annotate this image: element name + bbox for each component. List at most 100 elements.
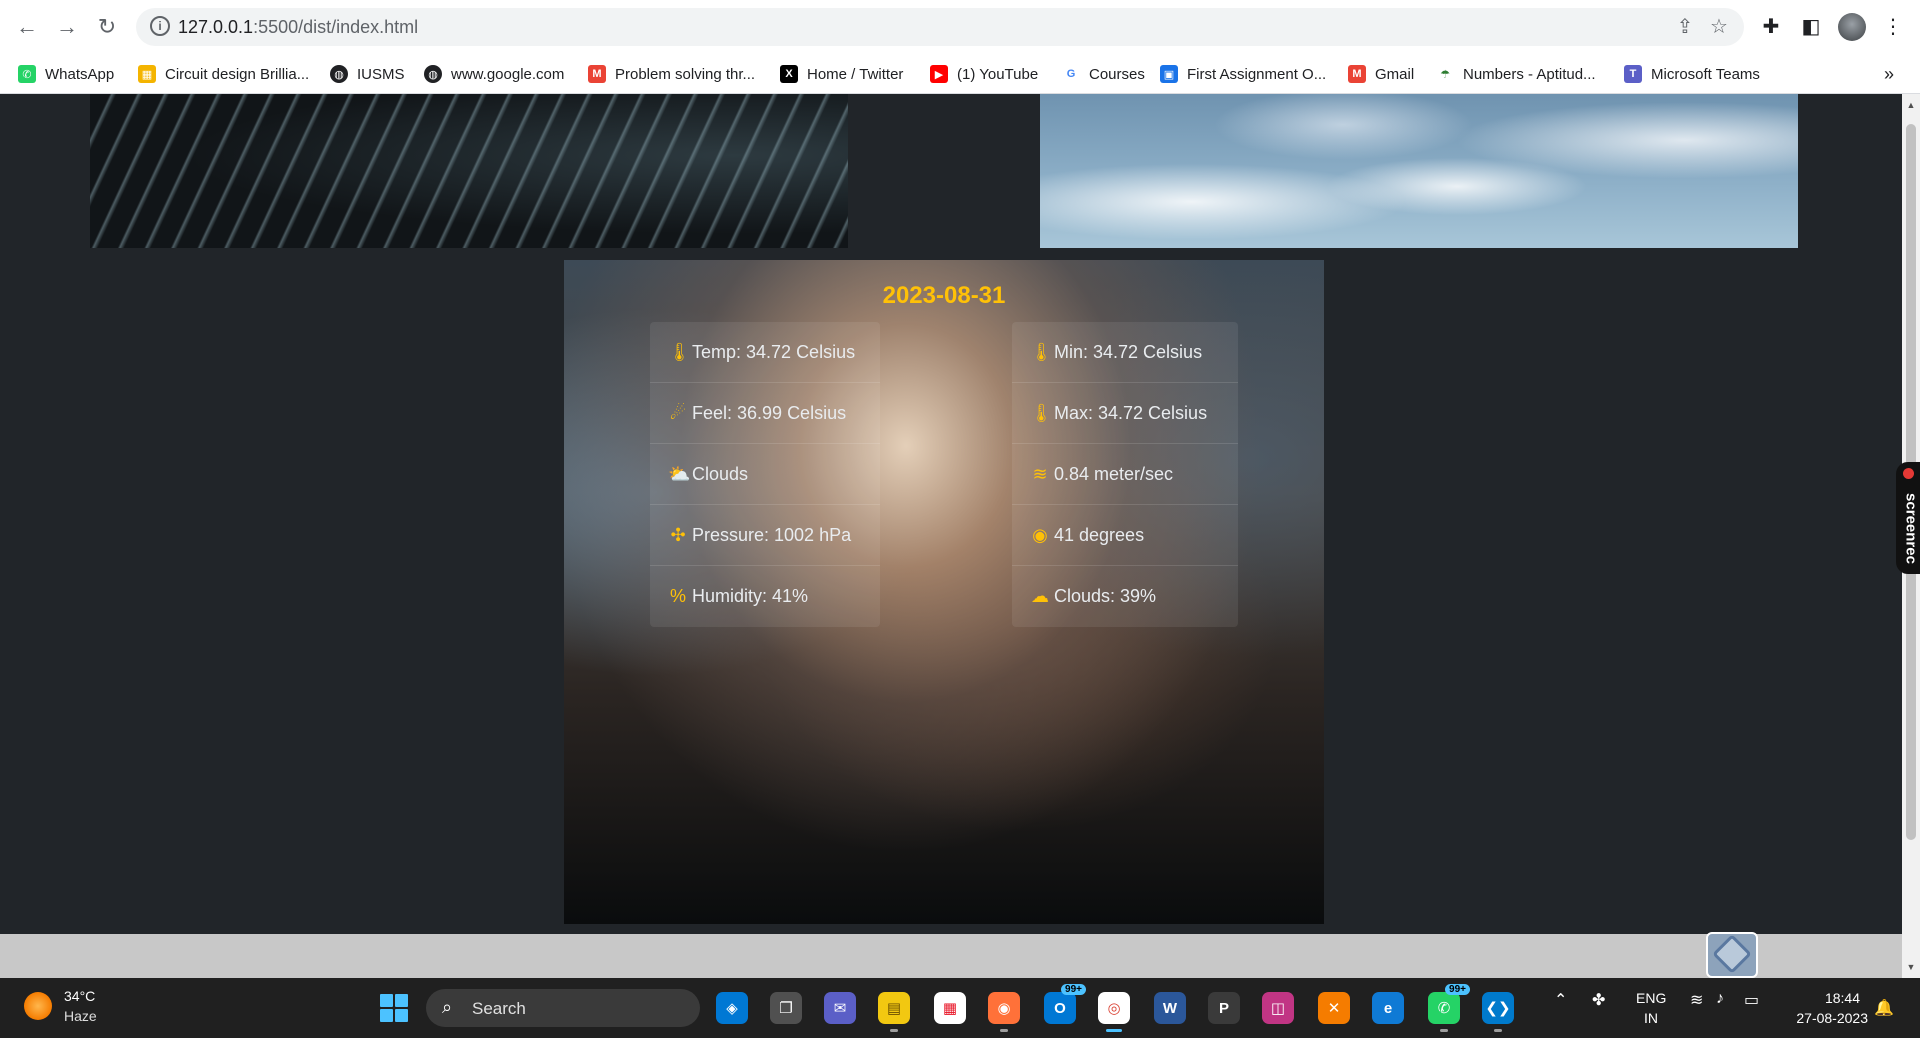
tray-overflow-icon[interactable]: ⌃ (1554, 990, 1567, 1010)
page-viewport: 2023-08-31 🌡 Temp: 34.72 Celsius ☄ Feel: 3… (0, 94, 1902, 978)
dropbox-icon[interactable]: ✤ (1592, 990, 1605, 1010)
bookmark-teams[interactable]: T Microsoft Teams (1624, 62, 1760, 86)
taskbar-temperature[interactable]: 34°C (64, 988, 95, 1004)
scroll-down-icon[interactable]: ▼ (1906, 962, 1916, 972)
bookmark-twitter[interactable]: X Home / Twitter (780, 62, 903, 86)
bookmark-first-assignment[interactable]: ▣ First Assignment O... (1160, 62, 1326, 86)
bookmark-label: WhatsApp (45, 65, 115, 83)
weather-stats-right: 🌡 Min: 34.72 Celsius 🌡 Max: 34.72 Celsius … (1012, 322, 1238, 627)
screenrec-label: screenrec (1902, 493, 1920, 564)
microsoft-store-icon[interactable]: ▦ (934, 992, 966, 1024)
pressure-stat: ✣ Pressure: 1002 hPa (650, 505, 880, 566)
scroll-up-icon[interactable]: ▲ (1906, 100, 1916, 110)
address-bar[interactable]: i 127.0.0.1:5500/dist/index.html ⇪ ☆ (136, 8, 1744, 46)
whatsapp-app-icon[interactable]: ✆ 99+ (1428, 984, 1470, 1032)
word-icon[interactable]: W (1154, 992, 1186, 1024)
thermometer-low-icon: 🌡 (1030, 341, 1053, 362)
battery-icon[interactable]: ▭ (1744, 990, 1759, 1010)
cloud-sun-icon: ⛅ (668, 463, 691, 484)
region-indicator[interactable]: IN (1644, 1010, 1658, 1026)
bookmark-star-icon[interactable]: ☆ (1708, 16, 1730, 38)
screenrec-widget[interactable]: screenrec (1896, 462, 1920, 574)
reload-icon[interactable]: ↻ (92, 12, 122, 42)
bookmark-whatsapp[interactable]: ✆ WhatsApp (18, 62, 114, 86)
vscode-icon[interactable]: ❮❯ (1482, 992, 1514, 1032)
search-label: Search (472, 999, 526, 1018)
firefox-icon[interactable]: ◉ (988, 992, 1020, 1032)
percent-icon: % (669, 586, 686, 606)
min-temp-stat: 🌡 Min: 34.72 Celsius (1012, 322, 1238, 383)
bookmarks-overflow-button[interactable]: » (1884, 62, 1894, 86)
bookmark-label: Gmail (1375, 65, 1415, 83)
whatsapp-icon: ✆ (18, 65, 36, 83)
bookmark-numbers-aptitude[interactable]: ☂ Numbers - Aptitud... (1436, 62, 1596, 86)
site-info-icon[interactable]: i (150, 16, 170, 36)
bookmark-iusms[interactable]: ◍ IUSMS (330, 62, 405, 86)
taskbar-search[interactable]: ⌕ Search (426, 989, 700, 1027)
task-view-icon[interactable]: ❐ (770, 992, 802, 1024)
back-icon[interactable]: ← (12, 12, 42, 42)
youtube-icon: ▶ (930, 65, 948, 83)
file-explorer-icon[interactable]: ▤ (878, 992, 910, 1032)
xampp-icon[interactable]: ✕ (1318, 992, 1350, 1024)
url-text[interactable]: 127.0.0.1:5500/dist/index.html (178, 17, 418, 38)
whatsapp-badge: 99+ (1445, 984, 1470, 995)
bookmark-youtube[interactable]: ▶ (1) YouTube (930, 62, 1038, 86)
bookmark-label: IUSMS (357, 65, 405, 83)
wifi-icon[interactable]: ≋ (1690, 990, 1703, 1010)
bookmark-circuit-design[interactable]: ▦ Circuit design Brillia... (138, 62, 309, 86)
taskbar-clock[interactable]: 18:44 (1786, 990, 1860, 1006)
cloudy-sky-image (1040, 94, 1798, 248)
feels-like-stat: ☄ Feel: 36.99 Celsius (650, 383, 880, 444)
bookmark-label: Circuit design Brillia... (165, 65, 310, 83)
instagram-icon[interactable]: ◫ (1262, 992, 1294, 1024)
wind-icon: ≋ (1032, 463, 1048, 484)
bookmark-label: Home / Twitter (807, 65, 904, 83)
forecast-date: 2023-08-31 (882, 282, 1006, 309)
stat-text: Clouds (692, 463, 749, 484)
stat-text: Temp: 34.72 Celsius (692, 341, 856, 362)
edge-icon[interactable]: e (1372, 992, 1404, 1024)
teams-icon: T (1624, 65, 1642, 83)
start-button[interactable] (380, 994, 408, 1022)
bookmark-label: www.google.com (451, 65, 565, 83)
teams-chat-icon[interactable]: ✉ (824, 992, 856, 1024)
volume-icon[interactable]: ♪ (1716, 990, 1724, 1008)
pdf-app-icon[interactable]: P (1208, 992, 1240, 1024)
umbrella-icon: ☂ (1436, 65, 1454, 83)
forward-icon[interactable]: → (52, 12, 82, 42)
bookmark-problem-solving[interactable]: M Problem solving thr... (588, 62, 755, 86)
extensions-icon[interactable]: ✚ (1758, 14, 1784, 40)
stat-text: Pressure: 1002 hPa (692, 524, 852, 545)
side-panel-icon[interactable]: ◧ (1798, 14, 1824, 40)
weather-widget-icon[interactable] (24, 992, 52, 1020)
max-temp-stat: 🌡 Max: 34.72 Celsius (1012, 383, 1238, 444)
bookmark-gmail[interactable]: M Gmail (1348, 62, 1414, 86)
thermometer-high-icon: 🌡 (1030, 402, 1053, 423)
stat-text: 0.84 meter/sec (1054, 463, 1174, 484)
compress-icon: ✣ (670, 524, 686, 545)
stat-text: Min: 34.72 Celsius (1054, 341, 1203, 362)
language-indicator[interactable]: ENG (1636, 990, 1666, 1006)
taskbar-date[interactable]: 27-08-2023 (1786, 1010, 1868, 1026)
download-helper-icon[interactable] (1706, 932, 1758, 978)
share-icon[interactable]: ⇪ (1674, 16, 1696, 38)
wind-direction-stat: ◉ 41 degrees (1012, 505, 1238, 566)
profile-avatar[interactable] (1838, 13, 1866, 41)
globe-icon: ◍ (424, 65, 442, 83)
store-preview-icon[interactable]: ◈ (716, 992, 748, 1024)
brilliant-icon: ▦ (138, 65, 156, 83)
menu-icon[interactable]: ⋮ (1880, 14, 1906, 40)
bookmark-google[interactable]: ◍ www.google.com (424, 62, 564, 86)
rain-weather-image (90, 94, 848, 248)
globe-icon: ◍ (330, 65, 348, 83)
bookmark-courses[interactable]: G Courses (1062, 62, 1145, 86)
taskbar-condition[interactable]: Haze (64, 1008, 97, 1024)
notification-bell-icon[interactable]: 🔔 (1874, 998, 1894, 1018)
stat-text: Clouds: 39% (1054, 586, 1157, 606)
outlook-icon[interactable]: O 99+ (1044, 984, 1086, 1024)
chrome-icon[interactable]: ◎ (1098, 992, 1130, 1032)
humidity-stat: % Humidity: 41% (650, 566, 880, 627)
stat-text: Humidity: 41% (692, 586, 809, 606)
temp-stat: 🌡 Temp: 34.72 Celsius (650, 322, 880, 383)
